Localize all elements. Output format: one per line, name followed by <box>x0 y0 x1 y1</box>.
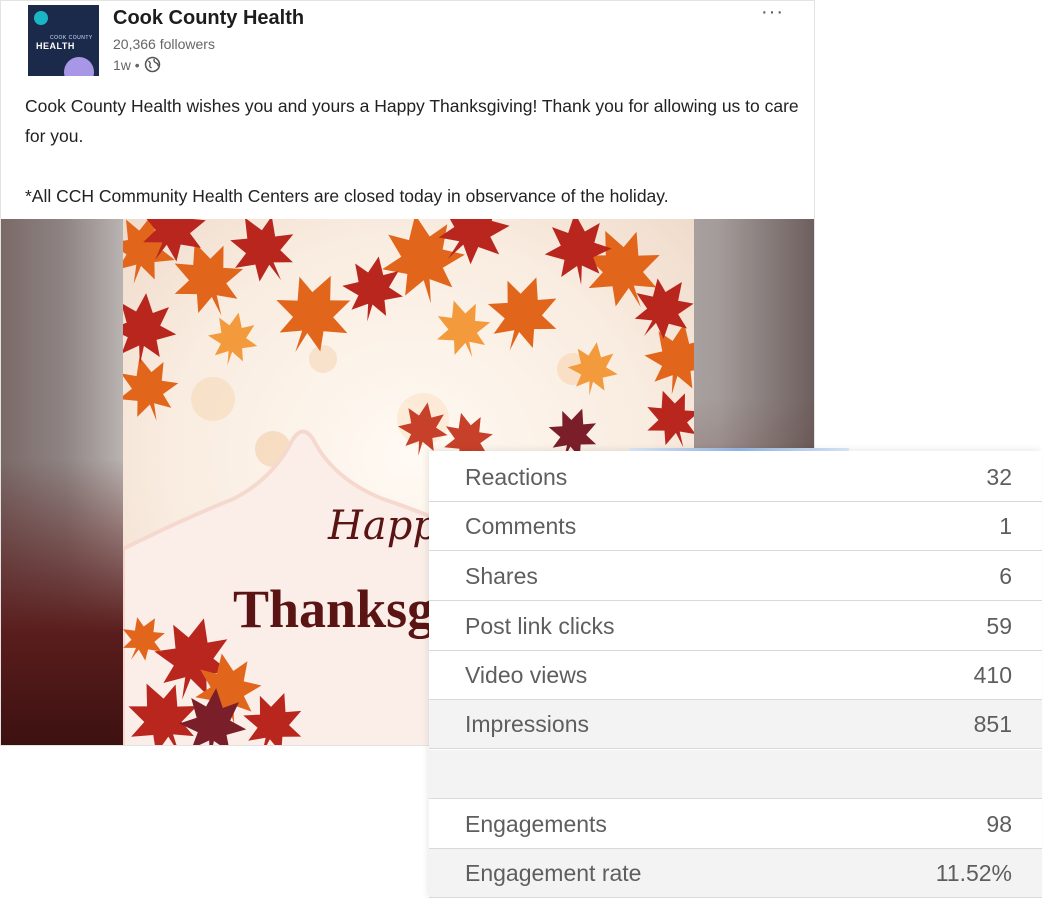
more-options-button[interactable]: ··· <box>761 1 784 24</box>
logo-dot-icon <box>34 11 48 25</box>
stats-row: Post link clicks 59 <box>429 602 1042 651</box>
post-meta: 1w • <box>113 56 161 73</box>
stats-row-value: 32 <box>986 464 1012 490</box>
globe-icon <box>144 56 160 73</box>
stats-row: Engagements 98 <box>429 800 1042 849</box>
logo-text: HEALTH <box>36 41 75 51</box>
stats-row-label: Post link clicks <box>465 613 615 639</box>
image-blur-left <box>1 459 123 745</box>
stats-row-value: 851 <box>973 711 1012 737</box>
post-text-main: Cook County Health wishes you and yours … <box>25 96 799 146</box>
stats-row-value: 59 <box>986 613 1012 639</box>
post-analytics-table: Reactions 32 Comments 1 Shares 6 Post link cli… <box>429 448 1042 899</box>
stats-row: Shares 6 <box>429 552 1042 601</box>
company-logo[interactable]: COOK COUNTY HEALTH <box>28 5 99 76</box>
stats-row: Video views 410 <box>429 651 1042 700</box>
stats-row-label: Engagement rate <box>465 860 642 886</box>
post-text-note: *All CCH Community Health Centers are cl… <box>25 186 669 206</box>
stats-row-value: 410 <box>973 662 1012 688</box>
stats-row: Comments 1 <box>429 502 1042 551</box>
organization-name[interactable]: Cook County Health <box>113 7 304 30</box>
post-age: 1w • <box>113 56 140 73</box>
logo-circle-icon <box>64 57 94 76</box>
stats-row-label: Comments <box>465 513 577 539</box>
stats-row-spacer <box>429 750 1042 799</box>
stats-row-value: 6 <box>999 563 1012 589</box>
stats-row: Engagement rate 11.52% <box>429 849 1042 898</box>
stats-row-value: 1 <box>999 513 1012 539</box>
table-edge-decoration <box>629 448 849 451</box>
stats-row: Reactions 32 <box>429 453 1042 502</box>
stats-row-label: Impressions <box>465 711 589 737</box>
stats-row-label: Shares <box>465 563 538 589</box>
stats-row-label: Engagements <box>465 811 607 837</box>
stats-row: Impressions 851 <box>429 700 1042 749</box>
follower-count: 20,366 followers <box>113 36 215 52</box>
stats-row-value: 11.52% <box>935 860 1012 886</box>
stats-row-label: Video views <box>465 662 588 688</box>
stats-row-label: Reactions <box>465 464 568 490</box>
stats-row-value: 98 <box>986 811 1012 837</box>
post-body: Cook County Health wishes you and yours … <box>25 91 805 211</box>
